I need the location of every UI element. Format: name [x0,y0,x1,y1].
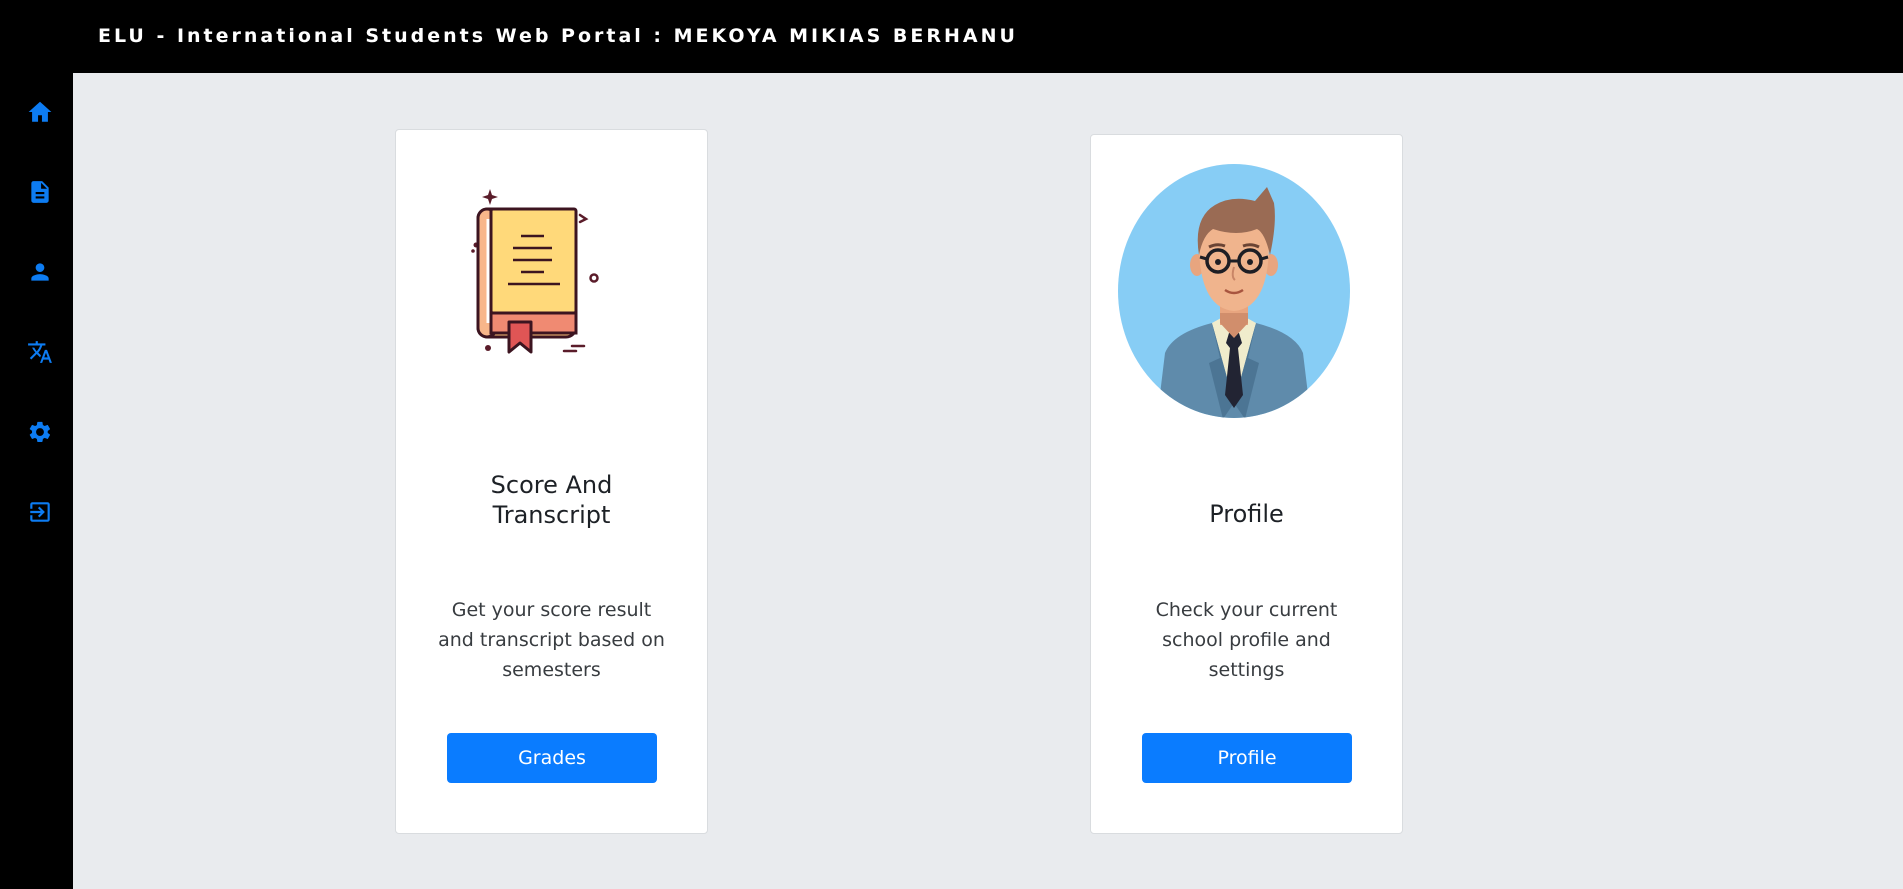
profile-card: Profile Check your current school profil… [1090,134,1403,834]
user-icon [31,263,49,281]
home-icon [28,101,52,122]
card-description: Check your current school profile and se… [1155,599,1338,681]
sidebar-item-language[interactable] [18,330,62,374]
sidebar-item-profile[interactable] [18,250,62,294]
sidebar-item-documents[interactable] [18,170,62,214]
card-description: Get your score result and transcript bas… [438,599,665,681]
sidebar [0,73,73,889]
document-icon [31,181,49,203]
profile-button[interactable]: Profile [1142,733,1352,783]
book-icon [471,189,599,354]
top-bar: ELU - International Students Web Portal … [0,0,1903,73]
sidebar-item-home[interactable] [18,90,62,134]
page-title: ELU - International Students Web Portal … [98,25,1018,47]
translate-icon [28,341,52,363]
sidebar-item-logout[interactable] [18,490,62,534]
grades-button[interactable]: Grades [447,733,657,783]
card-title: Score And Transcript [490,471,613,529]
logout-icon [30,502,50,522]
avatar [1118,164,1350,418]
score-transcript-card: Score And Transcript Get your score resu… [395,129,708,834]
card-title: Profile [1209,500,1284,528]
sidebar-item-settings[interactable] [18,410,62,454]
gear-icon [29,421,51,442]
